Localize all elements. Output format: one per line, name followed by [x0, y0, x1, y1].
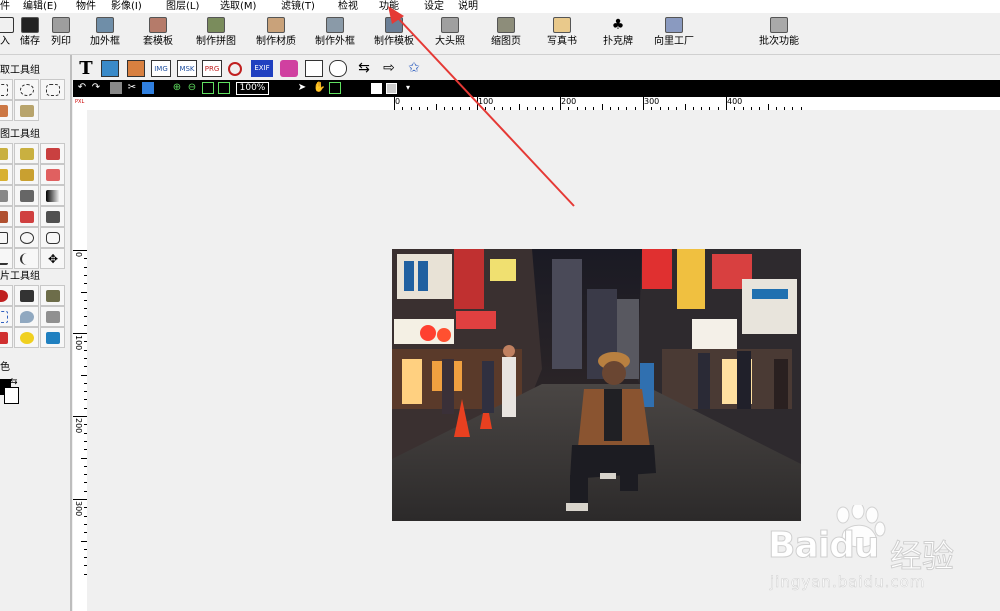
watermark-url: jingyan.baidu.com: [770, 573, 926, 592]
baidu-watermark: Baidu 经验 jingyan.baidu.com: [767, 502, 998, 600]
watermark-cn: 经验: [889, 537, 955, 576]
watermark-brand: Baidu: [767, 525, 879, 567]
